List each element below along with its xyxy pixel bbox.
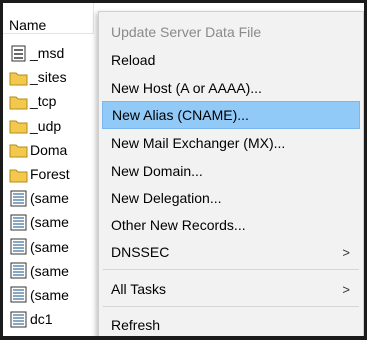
record-icon [9,286,28,303]
list-item-label: _udp [30,117,62,134]
menu-item-label: Other New Records... [111,217,246,233]
folder-icon [9,141,28,158]
menu-item-label: New Domain... [111,163,203,179]
menu-separator [103,269,359,270]
list-item-label: _msd [30,45,65,62]
menu-item-refresh[interactable]: Refresh [102,311,360,336]
list-item-label: (same [30,238,69,255]
list-item[interactable]: (same [3,259,103,283]
menu-separator [103,306,359,307]
record-icon [9,238,28,255]
menu-item-label: New Mail Exchanger (MX)... [111,135,286,151]
list-item[interactable]: _msd [3,41,103,65]
folder-icon [9,166,28,183]
list-item[interactable]: _sites [3,65,103,89]
list-item-label: Forest [30,166,70,183]
menu-item-label: Update Server Data File [111,24,262,40]
menu-item-label: New Host (A or AAAA)... [111,80,262,96]
submenu-arrow-icon: > [342,244,350,260]
menu-item-new-domain[interactable]: New Domain... [102,157,360,185]
list-item[interactable]: _tcp [3,89,103,113]
menu-item-new-delegation[interactable]: New Delegation... [102,184,360,212]
folder-icon [9,69,28,86]
zone-file-icon [9,45,28,62]
menu-item-label: All Tasks [111,281,166,297]
list-item-label: Doma [30,141,68,158]
menu-item-dnssec[interactable]: DNSSEC > [102,238,360,266]
name-column-header[interactable]: Name [3,3,94,34]
menu-item-label: Refresh [111,317,161,333]
folder-icon [9,93,28,110]
submenu-arrow-icon: > [342,281,350,297]
folder-icon [9,117,28,134]
menu-item-new-host[interactable]: New Host (A or AAAA)... [102,74,360,102]
list-item-label: dc1 [30,311,53,328]
menu-item-label: New Alias (CNAME)... [112,107,249,123]
list-item[interactable]: (same [3,186,103,210]
name-column-header-label: Name [9,17,47,33]
menu-item-label: Reload [111,52,156,68]
menu-item-all-tasks[interactable]: All Tasks > [102,275,360,303]
menu-item-label: New Delegation... [111,190,222,206]
list-item[interactable]: _udp [3,114,103,138]
menu-item-other-new-records[interactable]: Other New Records... [102,211,360,239]
list-item[interactable]: (same [3,235,103,259]
list-item[interactable]: (same [3,210,103,234]
list-item-label: (same [30,214,69,231]
context-menu: Update Server Data File Reload New Host … [98,11,364,336]
record-icon [9,311,28,328]
menu-item-new-mail-exchanger[interactable]: New Mail Exchanger (MX)... [102,129,360,157]
list-item-label: (same [30,190,69,207]
list-item[interactable]: Forest [3,162,103,186]
record-icon [9,262,28,279]
list-item-label: _sites [30,69,67,86]
menu-item-label: DNSSEC [111,244,170,260]
list-item[interactable]: dc1 [3,307,103,331]
records-list: _msd _sites _tcp _udp Doma Forest (same … [3,41,103,331]
dns-manager-pane: Name _msd _sites _tcp _udp Doma Forest (… [3,3,364,336]
list-item[interactable]: (same [3,283,103,307]
record-icon [9,190,28,207]
list-item-label: (same [30,262,69,279]
menu-item-reload[interactable]: Reload [102,46,360,74]
list-item-label: (same [30,286,69,303]
list-item[interactable]: Doma [3,138,103,162]
list-item-label: _tcp [30,93,57,110]
record-icon [9,214,28,231]
menu-item-update-server-data-file[interactable]: Update Server Data File [102,18,360,46]
menu-item-new-alias[interactable]: New Alias (CNAME)... [102,101,360,129]
